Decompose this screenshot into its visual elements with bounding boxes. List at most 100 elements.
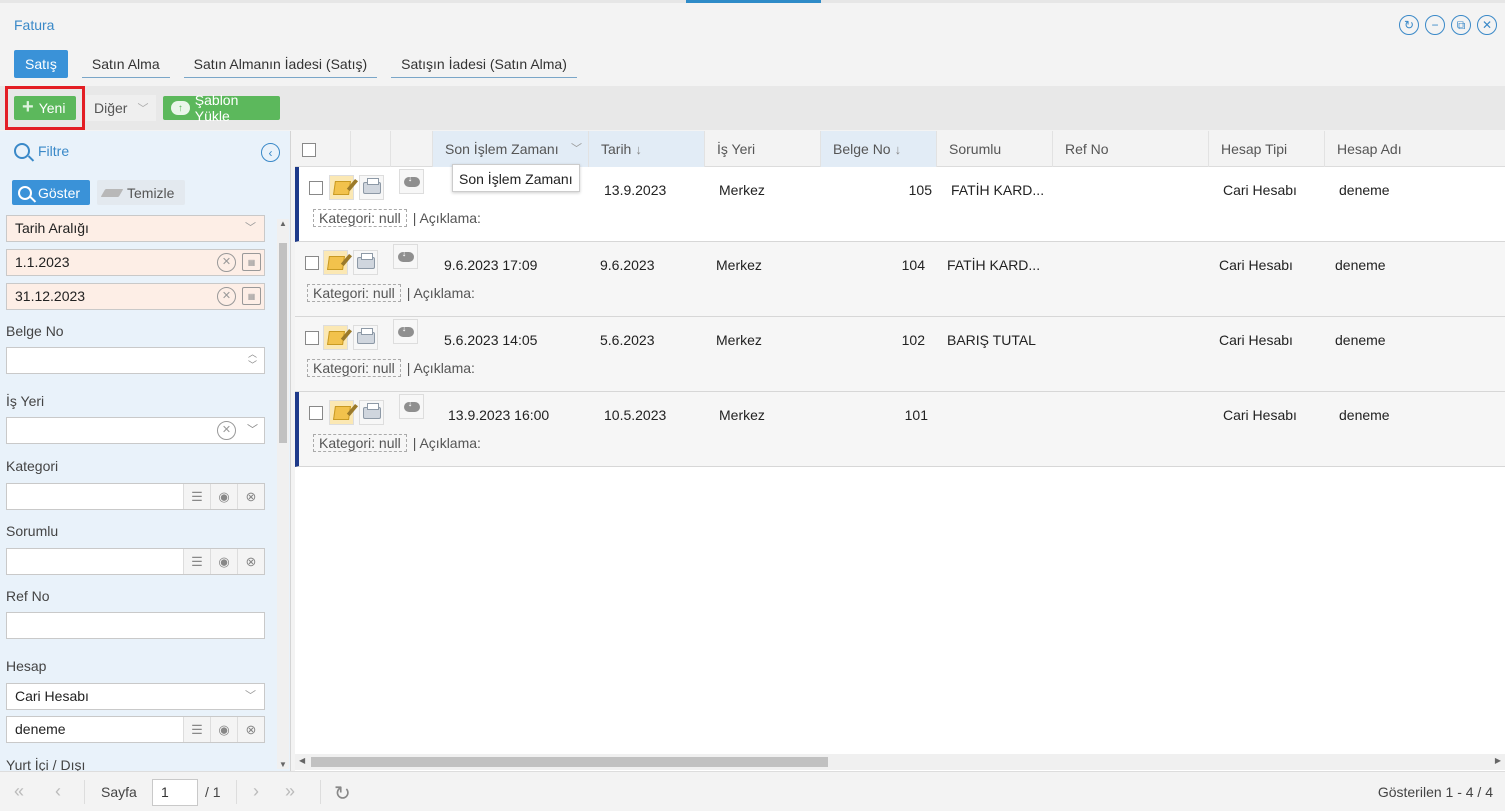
filter-title: Filtre [38,143,70,159]
clear-icon[interactable]: ✕ [217,253,236,272]
is-yeri-select[interactable]: ✕ ﹀ [6,417,265,444]
table-row[interactable]: 13.9.2023 Merkez 105 FATİH KARD... Cari … [295,164,1505,242]
clear-icon[interactable]: ⊗ [237,549,264,574]
collapse-sidebar-icon[interactable]: ‹ [261,143,280,162]
col-sorumlu[interactable]: Sorumlu [937,131,1053,167]
scrollbar-thumb[interactable] [279,243,287,443]
window-title: Fatura [14,17,55,33]
hesap-input[interactable]: deneme ☰ ◉ ⊗ [6,716,265,743]
header-actions-2 [391,131,433,167]
row-checkbox[interactable] [309,406,323,420]
eye-icon[interactable]: ◉ [210,484,237,509]
tab-satin-almanin-iadesi[interactable]: Satın Almanın İadesi (Satış) [183,50,378,78]
col-belge-no[interactable]: Belge No ↓ [821,131,937,167]
table-row[interactable]: 9.6.2023 17:09 9.6.2023 Merkez 104 FATİH… [295,242,1505,317]
last-page-icon[interactable]: » [285,782,295,800]
print-icon[interactable] [353,325,378,350]
kategori-input[interactable]: ☰ ◉ ⊗ [6,483,265,510]
refresh-icon[interactable]: ↻ [334,781,351,806]
download-icon[interactable] [399,169,424,194]
sidebar-scrollbar[interactable]: ▲ ▼ [277,219,289,769]
restore-icon[interactable]: ⧉ [1451,15,1471,35]
col-son-islem[interactable]: Son İşlem Zamanı ﹀ [433,131,589,167]
refresh-icon[interactable]: ↻ [1399,15,1419,35]
row-checkbox[interactable] [305,256,319,270]
cell-is-yeri: Merkez [719,407,765,423]
print-icon[interactable] [359,400,384,425]
scroll-down-icon[interactable]: ▼ [279,760,287,769]
page-input[interactable]: 1 [152,779,198,806]
col-hesap-tipi[interactable]: Hesap Tipi [1209,131,1325,167]
grid-horizontal-scrollbar[interactable]: ◀ ▶ [295,754,1505,770]
table-row[interactable]: 5.6.2023 14:05 5.6.2023 Merkez 102 BARIŞ… [295,317,1505,392]
clear-icon[interactable]: ✕ [217,421,236,440]
minimize-icon[interactable]: − [1425,15,1445,35]
pager: « ‹ Sayfa 1 / 1 › » ↻ Gösterilen 1 - 4 /… [0,771,1505,811]
first-page-icon[interactable]: « [14,782,24,800]
edit-icon[interactable] [323,325,348,350]
hesap-type-select[interactable]: Cari Hesabı ﹀ [6,683,265,710]
ref-no-label: Ref No [6,588,50,604]
list-icon[interactable]: ☰ [183,484,210,509]
clear-icon[interactable]: ✕ [217,287,236,306]
next-page-icon[interactable]: › [253,782,259,800]
belge-no-input[interactable]: ︿ ﹀ [6,347,265,374]
prev-page-icon[interactable]: ‹ [55,782,61,800]
cell-son-islem: 5.6.2023 14:05 [444,332,538,348]
clear-button[interactable]: Temizle [97,180,185,205]
pager-divider [320,780,321,804]
show-button[interactable]: Göster [12,180,90,205]
chevron-down-icon[interactable]: ﹀ [571,131,582,167]
category-tag[interactable]: Kategori: null [307,359,401,377]
template-upload-button[interactable]: ↑ Şablon Yükle [163,92,280,124]
stepper-icon[interactable]: ︿ ﹀ [248,349,257,371]
category-tag[interactable]: Kategori: null [313,434,407,452]
date-start-field[interactable]: 1.1.2023 ✕ ▦ [6,249,265,276]
scroll-left-icon[interactable]: ◀ [299,756,305,765]
clear-icon[interactable]: ⊗ [237,484,264,509]
close-icon[interactable]: ✕ [1477,15,1497,35]
col-hesap-adi[interactable]: Hesap Adı [1325,131,1505,167]
list-icon[interactable]: ☰ [183,717,210,742]
eye-icon[interactable]: ◉ [210,717,237,742]
col-is-yeri[interactable]: İş Yeri [705,131,821,167]
page-total: / 1 [205,784,221,800]
scrollbar-thumb[interactable] [311,757,828,767]
edit-icon[interactable] [329,175,354,200]
calendar-icon[interactable]: ▦ [242,253,261,271]
eye-icon[interactable]: ◉ [210,549,237,574]
sorumlu-input[interactable]: ☰ ◉ ⊗ [6,548,265,575]
filter-header[interactable]: Filtre [14,143,69,159]
row-details: Kategori: null | Açıklama: [313,434,481,452]
row-checkbox[interactable] [309,181,323,195]
download-icon[interactable] [393,319,418,344]
tab-satin-alma[interactable]: Satın Alma [81,50,170,78]
category-tag[interactable]: Kategori: null [313,209,407,227]
tab-satis[interactable]: Satış [14,50,68,78]
calendar-icon[interactable]: ▦ [242,287,261,305]
date-end-field[interactable]: 31.12.2023 ✕ ▦ [6,283,265,310]
col-tarih[interactable]: Tarih ↓ [589,131,705,167]
row-checkbox[interactable] [305,331,319,345]
ref-no-input[interactable] [6,612,265,639]
download-icon[interactable] [399,394,424,419]
col-ref-no[interactable]: Ref No [1053,131,1209,167]
clear-icon[interactable]: ⊗ [237,717,264,742]
category-tag[interactable]: Kategori: null [307,284,401,302]
download-icon[interactable] [393,244,418,269]
date-end-value: 31.12.2023 [15,288,86,304]
table-row[interactable]: 13.9.2023 16:00 10.5.2023 Merkez 101 Car… [295,392,1505,467]
new-button[interactable]: + Yeni [14,96,76,120]
scroll-right-icon[interactable]: ▶ [1495,756,1501,765]
select-all-checkbox[interactable] [302,143,316,157]
edit-icon[interactable] [329,400,354,425]
date-range-select[interactable]: Tarih Aralığı ﹀ [6,215,265,242]
print-icon[interactable] [353,250,378,275]
scroll-up-icon[interactable]: ▲ [279,219,287,228]
other-dropdown[interactable]: Diğer ﹀ [86,95,157,121]
print-icon[interactable] [359,175,384,200]
col-tarih-label: Tarih [601,141,632,157]
list-icon[interactable]: ☰ [183,549,210,574]
tab-satisin-iadesi[interactable]: Satışın İadesi (Satın Alma) [391,50,577,78]
edit-icon[interactable] [323,250,348,275]
